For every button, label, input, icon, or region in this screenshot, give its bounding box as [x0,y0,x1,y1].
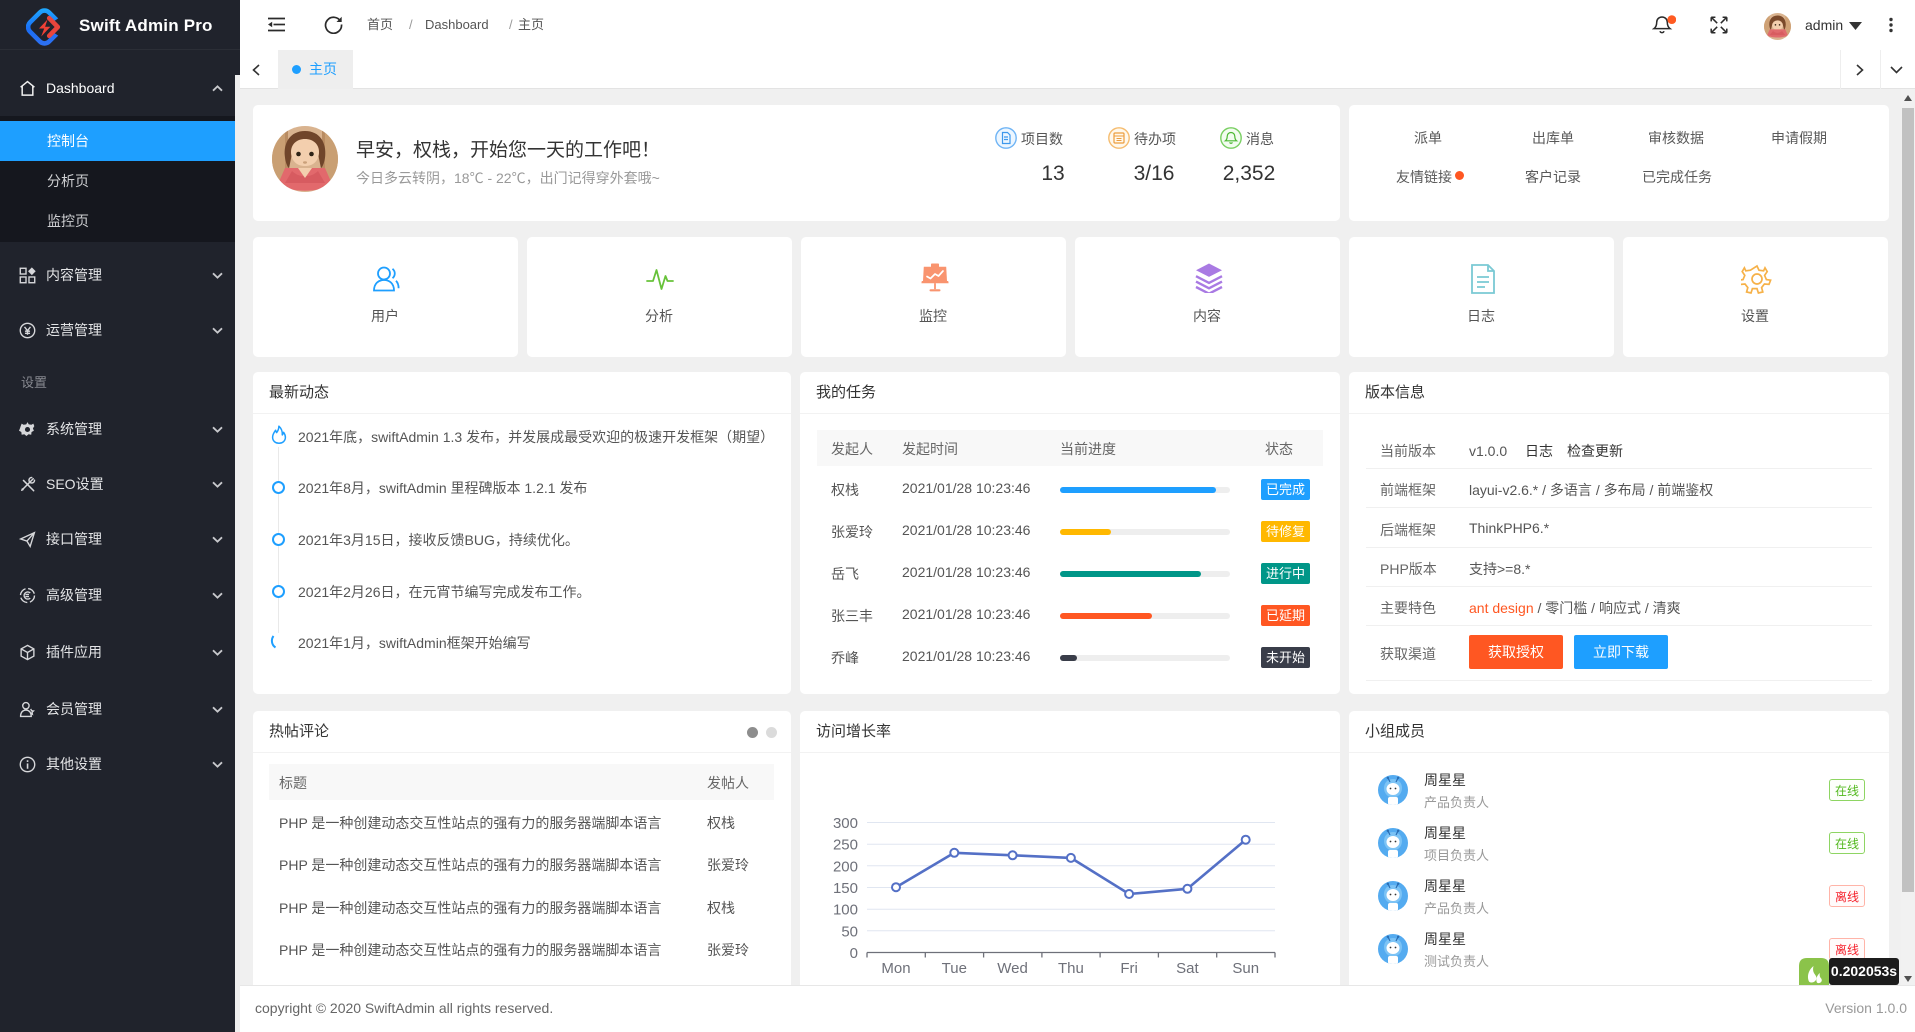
svg-text:50: 50 [841,923,858,940]
svg-text:0: 0 [850,945,858,962]
svg-text:Wed: Wed [997,960,1028,977]
svg-text:Sun: Sun [1232,960,1259,977]
svg-text:Mon: Mon [881,960,910,977]
svg-text:150: 150 [833,880,858,897]
svg-text:250: 250 [833,837,858,854]
svg-text:Sat: Sat [1176,960,1199,977]
svg-text:Thu: Thu [1058,960,1084,977]
svg-text:100: 100 [833,902,858,919]
svg-text:Tue: Tue [942,960,967,977]
svg-text:200: 200 [833,858,858,875]
svg-text:Fri: Fri [1120,960,1138,977]
svg-text:300: 300 [833,815,858,832]
